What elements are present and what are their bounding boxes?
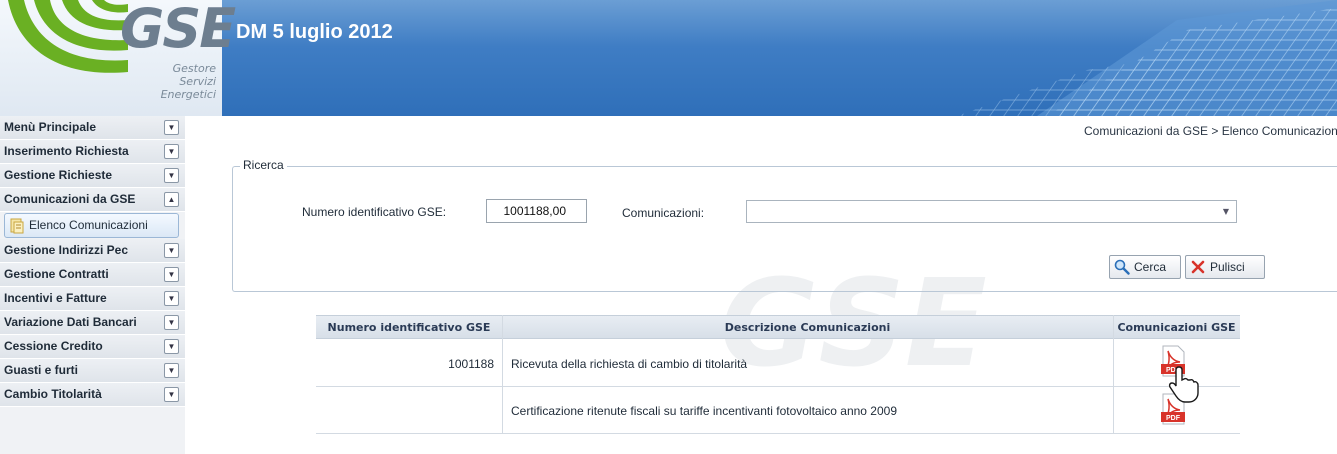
logo-stripes-icon	[8, 0, 128, 73]
breadcrumb: Comunicazioni da GSE > Elenco Comunicazi…	[1084, 124, 1337, 138]
sidebar-item-comunicazioni-da-gse[interactable]: Comunicazioni da GSE ▲	[0, 188, 185, 212]
column-header[interactable]: Numero identificativo GSE	[316, 316, 502, 339]
comunicazioni-select[interactable]: ▼	[746, 200, 1237, 223]
table-header: Numero identificativo GSE Descrizione Co…	[316, 315, 1240, 339]
comunicazioni-label: Comunicazioni:	[622, 206, 705, 220]
sidebar-item-guasti-e-furti[interactable]: Guasti e furti ▼	[0, 359, 185, 383]
table-cell-id: 1001188	[448, 357, 494, 371]
chevron-down-icon[interactable]: ▼	[164, 291, 179, 306]
chevron-down-icon[interactable]: ▼	[164, 363, 179, 378]
gse-logo[interactable]: GSE Gestore Servizi Energetici	[0, 0, 236, 116]
chevron-down-icon[interactable]: ▼	[164, 243, 179, 258]
id-label: Numero identificativo GSE:	[302, 205, 447, 219]
sidebar-item-gestione-indirizzi-pec[interactable]: Gestione Indirizzi Pec ▼	[0, 239, 185, 263]
pdf-label: PDF	[1166, 415, 1181, 422]
chevron-down-icon: ▼	[1222, 207, 1229, 216]
mouse-pointer-icon	[1168, 366, 1199, 403]
header-banner: GSE Gestore Servizi Energetici DM 5 lugl…	[0, 0, 1337, 116]
logo-text: GSE	[120, 0, 236, 60]
sidebar-item-incentivi-e-fatture[interactable]: Incentivi e Fatture ▼	[0, 287, 185, 311]
app-title: DM 5 luglio 2012	[236, 21, 393, 43]
sidebar-subitem-elenco-comunicazioni[interactable]: Elenco Comunicazioni	[4, 213, 179, 238]
sidebar-item-gestione-contratti[interactable]: Gestione Contratti ▼	[0, 263, 185, 287]
sidebar-item-menu-principale[interactable]: Menù Principale ▼	[0, 116, 185, 140]
chevron-down-icon[interactable]: ▼	[164, 168, 179, 183]
sidebar-item-variazione-dati-bancari[interactable]: Variazione Dati Bancari ▼	[0, 311, 185, 335]
document-icon	[10, 218, 24, 234]
column-divider	[1113, 315, 1114, 434]
chevron-down-icon[interactable]: ▼	[164, 339, 179, 354]
chevron-down-icon[interactable]: ▼	[164, 315, 179, 330]
sidebar-item-cessione-credito[interactable]: Cessione Credito ▼	[0, 335, 185, 359]
column-header[interactable]: Descrizione Comunicazioni	[502, 316, 1113, 339]
row-divider	[316, 386, 1240, 387]
sidebar-item-cambio-titolarita[interactable]: Cambio Titolarità ▼	[0, 383, 185, 407]
chevron-down-icon[interactable]: ▼	[164, 267, 179, 282]
row-divider	[316, 433, 1240, 434]
table-cell-description: Ricevuta della richiesta di cambio di ti…	[511, 357, 748, 371]
close-icon	[1191, 260, 1205, 274]
id-input[interactable]: 1001188,00	[486, 199, 587, 223]
search-icon	[1114, 259, 1130, 275]
chevron-up-icon[interactable]: ▲	[164, 192, 179, 207]
column-header[interactable]: Comunicazioni GSE	[1113, 316, 1240, 339]
logo-subtitle: Gestore Servizi Energetici	[160, 62, 216, 101]
sidebar-item-gestione-richieste[interactable]: Gestione Richieste ▼	[0, 164, 185, 188]
chevron-down-icon[interactable]: ▼	[164, 144, 179, 159]
chevron-down-icon[interactable]: ▼	[164, 387, 179, 402]
clear-button[interactable]: Pulisci	[1185, 255, 1265, 279]
solar-panels-graphic	[957, 0, 1337, 116]
column-divider	[502, 315, 503, 434]
sidebar-item-inserimento-richiesta[interactable]: Inserimento Richiesta ▼	[0, 140, 185, 164]
search-legend: Ricerca	[240, 158, 287, 172]
search-button[interactable]: Cerca	[1109, 255, 1181, 279]
table-cell-description: Certificazione ritenute fiscali su tarif…	[511, 404, 897, 418]
sidebar-menu: Menù Principale ▼ Inserimento Richiesta ▼ …	[0, 116, 185, 454]
chevron-down-icon[interactable]: ▼	[164, 120, 179, 135]
